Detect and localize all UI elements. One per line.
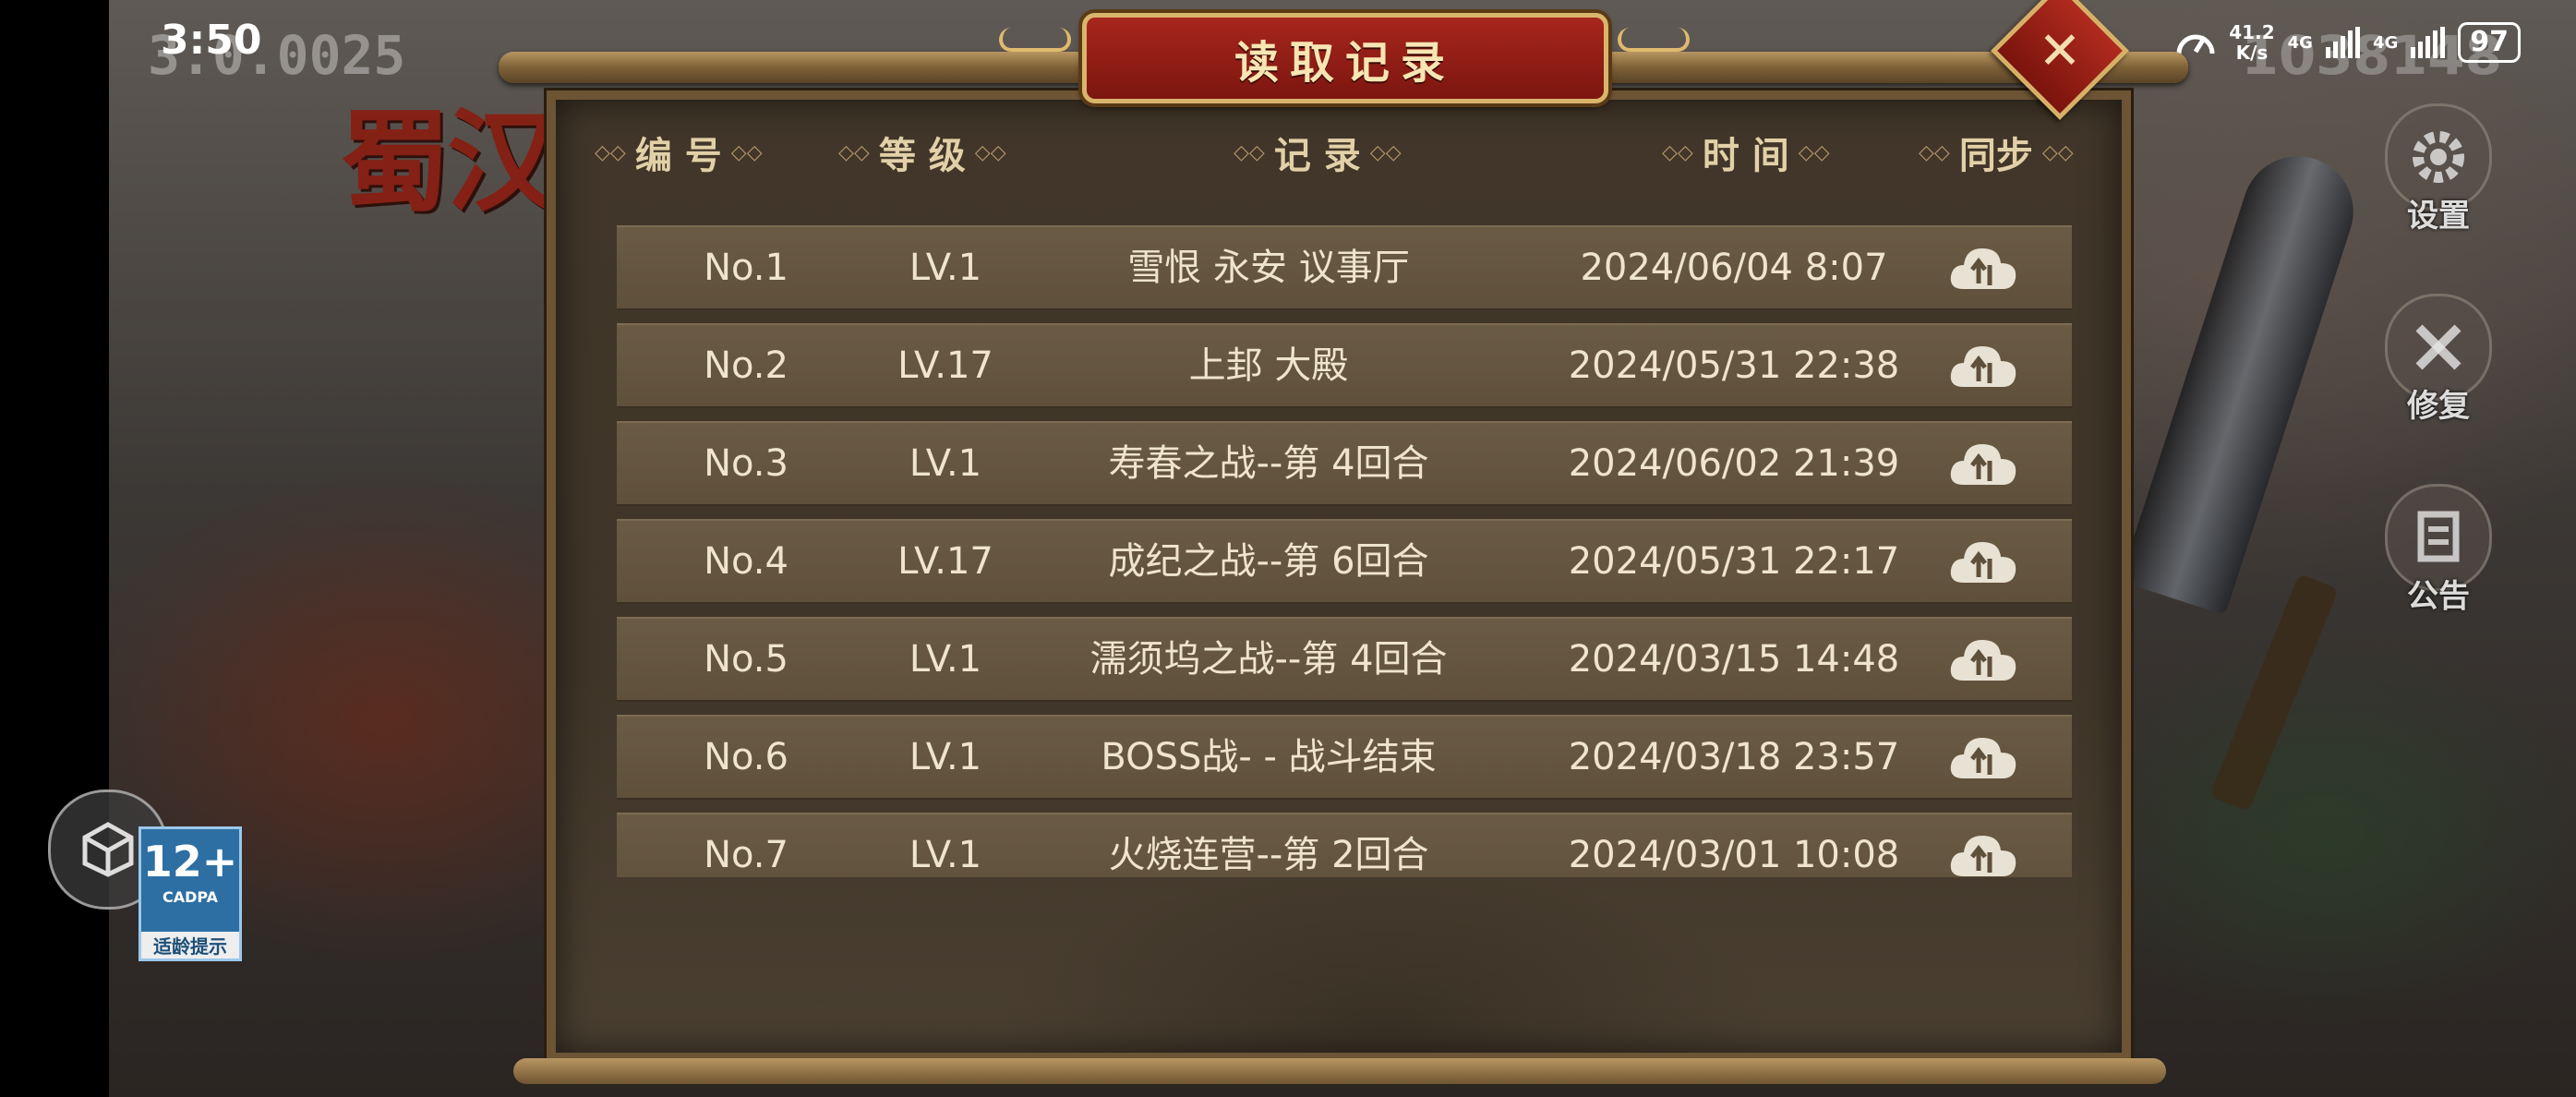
record-row[interactable]: No.6 LV.1 BOSS战- - 战斗结束 2024/03/18 23:57 (617, 715, 2072, 800)
header-time-label: 时 间 (1702, 135, 1789, 177)
header-number: ◇◇ 编 号 ◇◇ (595, 126, 763, 179)
row-level: LV.17 (897, 344, 993, 387)
cloud-upload-icon (1950, 738, 2016, 778)
sync-button[interactable] (1937, 423, 2029, 504)
network-type-2: 4G (2372, 32, 2399, 53)
header-level-label: 等 级 (878, 135, 966, 177)
signal-icon-2 (2411, 27, 2446, 58)
cloud-upload-icon (1950, 542, 2016, 583)
row-time: 2024/05/31 22:38 (1568, 344, 1900, 387)
row-time: 2024/03/15 14:48 (1568, 638, 1900, 681)
row-record: 成纪之战--第 6回合 (1108, 540, 1429, 583)
cloud-upload-icon (1950, 640, 2016, 681)
speed-unit: K/s (2235, 42, 2269, 64)
notice-button[interactable]: 公告 (2384, 484, 2493, 616)
status-icons: 41.2 K/s 4G 4G 97 (2175, 17, 2521, 68)
dialog-bottom-rail (513, 1058, 2166, 1084)
sync-button[interactable] (1937, 227, 2029, 308)
header-sync: ◇◇ 同步 ◇◇ (1919, 126, 2074, 179)
record-list[interactable]: No.1 LV.1 雪恨 永安 议事厅 2024/06/04 8:07 No.2… (617, 225, 2072, 877)
record-row[interactable]: No.7 LV.1 火烧连营--第 2回合 2024/03/01 10:08 (617, 813, 2072, 877)
row-level: LV.17 (897, 540, 993, 583)
repair-label: 修复 (2407, 388, 2470, 425)
cloud-upload-icon (1950, 346, 2016, 387)
row-time: 2024/06/02 21:39 (1568, 442, 1900, 485)
row-record: 寿春之战--第 4回合 (1108, 442, 1429, 485)
age-rating-badge: 12+ CADPA 适龄提示 (138, 826, 242, 961)
left-black-strip (0, 0, 109, 1097)
repair-button[interactable]: 修复 (2384, 294, 2493, 426)
record-row[interactable]: No.1 LV.1 雪恨 永安 议事厅 2024/06/04 8:07 (617, 225, 2072, 310)
row-level: LV.1 (909, 247, 982, 289)
age-rating-tip: 适龄提示 (141, 932, 239, 958)
header-record-label: 记 录 (1273, 135, 1361, 177)
settings-label: 设置 (2407, 198, 2470, 235)
battery-indicator: 97 (2458, 22, 2521, 63)
row-number: No.7 (704, 834, 788, 876)
sync-button[interactable] (1937, 717, 2029, 798)
row-record: 火烧连营--第 2回合 (1108, 834, 1429, 876)
row-level: LV.1 (909, 834, 982, 876)
record-row[interactable]: No.3 LV.1 寿春之战--第 4回合 2024/06/02 21:39 (617, 421, 2072, 506)
title-ornament-left (999, 28, 1071, 52)
sync-button[interactable] (1937, 325, 2029, 406)
dialog-title: 读取记录 (1234, 37, 1456, 89)
row-number: No.1 (704, 247, 788, 289)
row-number: No.5 (704, 638, 788, 681)
row-time: 2024/03/01 10:08 (1568, 834, 1900, 876)
row-record: 濡须坞之战--第 4回合 (1089, 638, 1448, 681)
age-rating-number: 12+ (142, 837, 238, 886)
row-time: 2024/06/04 8:07 (1580, 247, 1888, 289)
network-speed: 41.2 K/s (2229, 22, 2274, 63)
row-record: 雪恨 永安 议事厅 (1127, 247, 1410, 289)
sync-button[interactable] (1937, 619, 2029, 700)
header-number-label: 编 号 (634, 135, 722, 177)
title-ornament-right (1618, 28, 1690, 52)
close-x-icon[interactable]: ✕ (2011, 2, 2109, 100)
row-time: 2024/03/18 23:57 (1568, 736, 1900, 778)
row-number: No.2 (704, 344, 788, 387)
record-row[interactable]: No.4 LV.17 成纪之战--第 6回合 2024/05/31 22:17 (617, 519, 2072, 604)
row-time: 2024/05/31 22:17 (1568, 540, 1900, 583)
row-level: LV.1 (909, 442, 982, 485)
row-level: LV.1 (909, 638, 982, 681)
notice-label: 公告 (2407, 578, 2470, 615)
cloud-upload-icon (1950, 836, 2016, 876)
row-number: No.6 (704, 736, 788, 778)
header-time: ◇◇ 时 间 ◇◇ (1662, 126, 1830, 179)
cloud-upload-icon (1950, 248, 2016, 289)
sync-button[interactable] (1937, 814, 2029, 877)
record-row[interactable]: No.5 LV.1 濡须坞之战--第 4回合 2024/03/15 14:48 (617, 617, 2072, 702)
age-rating-org: CADPA (162, 888, 219, 906)
cube-icon (82, 822, 134, 877)
dialog-title-plate: 读取记录 (1082, 13, 1608, 103)
settings-button[interactable]: 设置 (2384, 103, 2493, 235)
header-sync-label: 同步 (1958, 135, 2033, 177)
status-time: 3:50 (161, 17, 262, 64)
sync-button[interactable] (1937, 521, 2029, 602)
signal-icon (2325, 27, 2360, 58)
speed-value: 41.2 (2229, 21, 2275, 43)
row-number: No.3 (704, 442, 788, 485)
header-level: ◇◇ 等 级 ◇◇ (838, 126, 1006, 179)
row-record: BOSS战- - 战斗结束 (1101, 736, 1437, 778)
network-type-1: 4G (2287, 32, 2313, 53)
row-record: 上邽 大殿 (1188, 344, 1349, 387)
row-level: LV.1 (909, 736, 982, 778)
row-number: No.4 (704, 540, 788, 583)
cloud-upload-icon (1950, 444, 2016, 485)
record-row[interactable]: No.2 LV.17 上邽 大殿 2024/05/31 22:38 (617, 323, 2072, 408)
header-record: ◇◇ 记 录 ◇◇ (1234, 126, 1402, 179)
